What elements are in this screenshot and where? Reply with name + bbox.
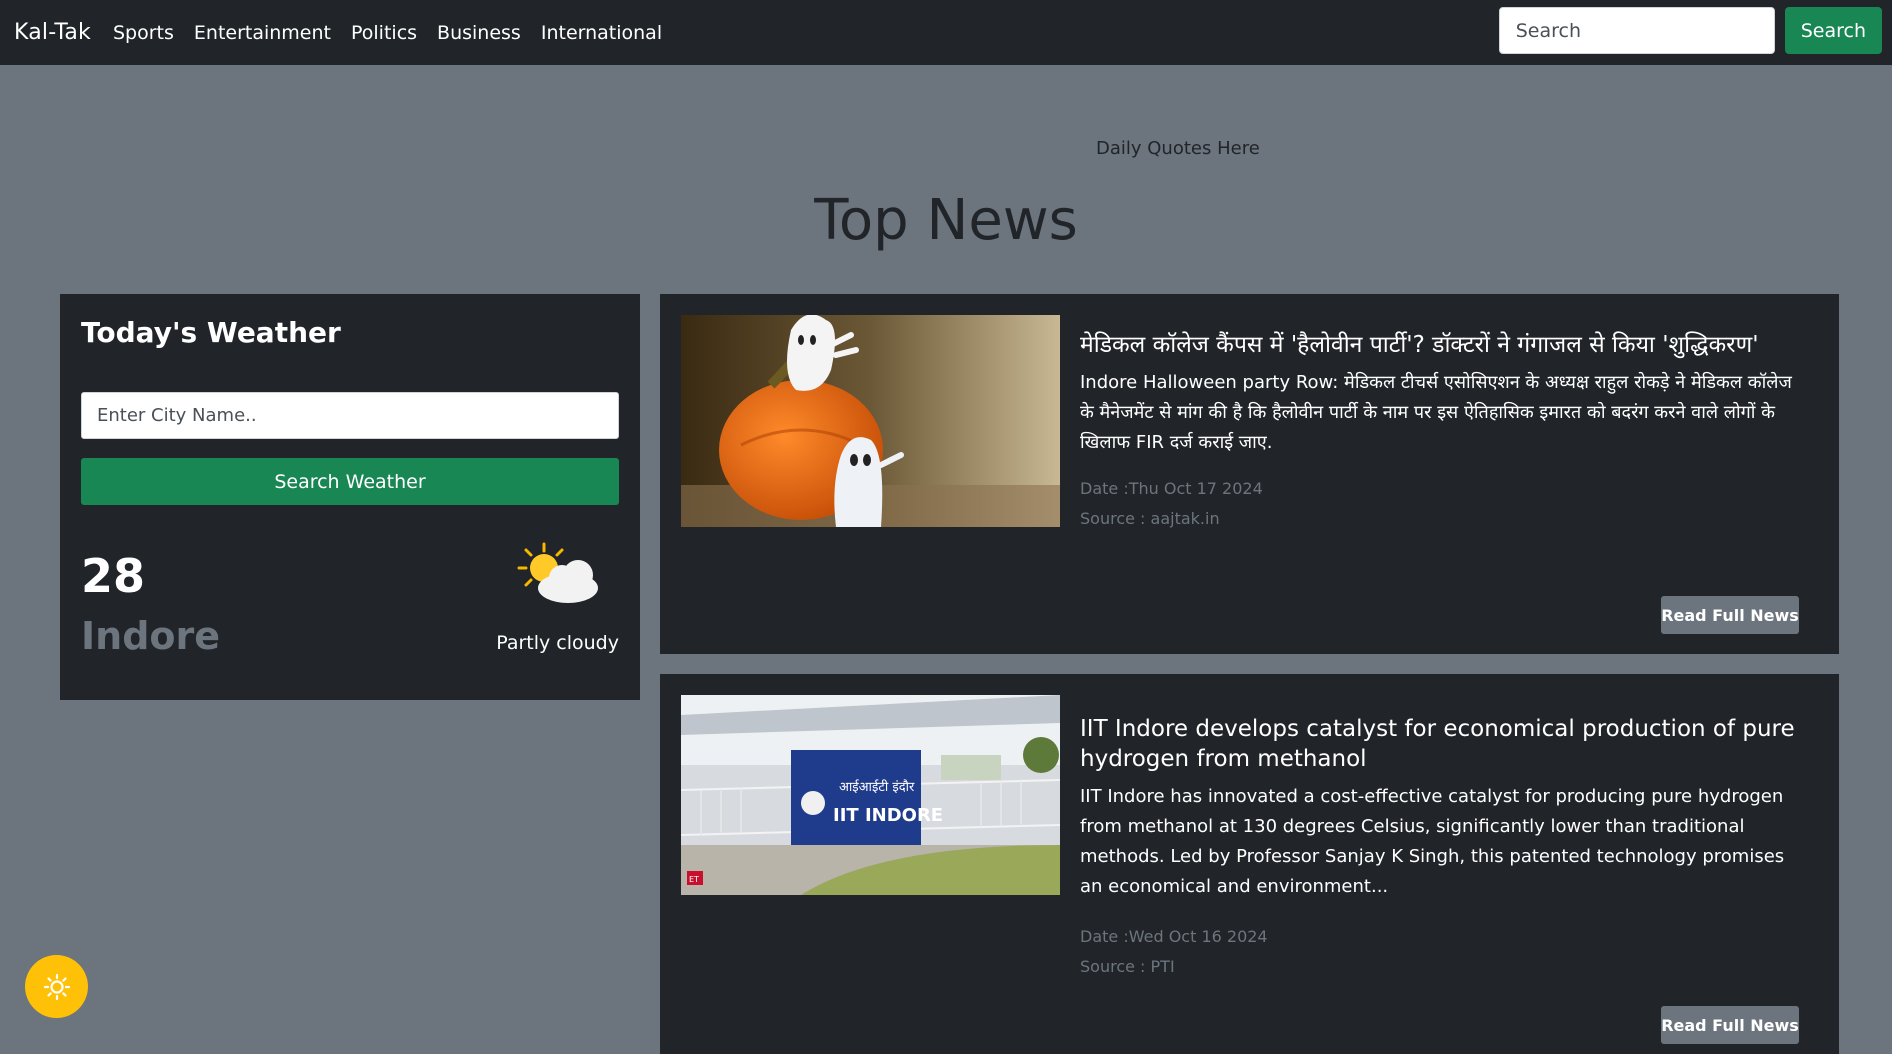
news-card: मेडिकल कॉलेज कैंपस में 'हैलोवीन पार्टी'?… — [660, 294, 1839, 654]
search-weather-button[interactable]: Search Weather — [81, 458, 619, 505]
nav-search-form: Search — [1498, 7, 1882, 54]
news-date: Date :Wed Oct 16 2024 — [1080, 927, 1268, 946]
brand-logo[interactable]: Kal-Tak — [14, 20, 91, 45]
news-title[interactable]: IIT Indore develops catalyst for economi… — [1080, 714, 1805, 774]
iit-indore-gate-image: आईआईटी इंदौर IIT INDORE ET — [681, 695, 1060, 895]
search-button[interactable]: Search — [1784, 7, 1882, 54]
halloween-pumpkin-ghosts-image — [681, 315, 1060, 527]
sun-icon — [43, 973, 70, 1000]
weather-condition: Partly cloudy — [496, 632, 619, 654]
news-body: मेडिकल कॉलेज कैंपस में 'हैलोवीन पार्टी'?… — [1080, 330, 1805, 534]
read-full-news-button[interactable]: Read Full News — [1661, 1006, 1799, 1044]
nav-link-business[interactable]: Business — [437, 22, 521, 44]
news-image-halloween[interactable] — [681, 315, 1060, 527]
temperature-value: 28 — [81, 549, 146, 603]
news-source: Source : PTI — [1080, 957, 1175, 976]
news-body: IIT Indore develops catalyst for economi… — [1080, 714, 1805, 982]
navbar: Kal-Tak Sports Entertainment Politics Bu… — [0, 0, 1892, 65]
theme-toggle-button[interactable] — [25, 955, 88, 1018]
image-badge: ET — [689, 875, 699, 884]
image-sign-english: IIT INDORE — [833, 805, 943, 826]
news-date: Date :Thu Oct 17 2024 — [1080, 479, 1263, 498]
news-title[interactable]: मेडिकल कॉलेज कैंपस में 'हैलोवीन पार्टी'?… — [1080, 330, 1805, 360]
weather-title: Today's Weather — [81, 316, 341, 349]
weather-card: Today's Weather Search Weather 28 Indore… — [60, 294, 640, 700]
nav-link-sports[interactable]: Sports — [113, 22, 174, 44]
news-image-iit[interactable]: आईआईटी इंदौर IIT INDORE ET — [681, 695, 1060, 895]
nav-link-international[interactable]: International — [541, 22, 662, 44]
city-name: Indore — [81, 614, 221, 658]
city-input[interactable] — [81, 392, 619, 439]
daily-quote: Daily Quotes Here — [1096, 138, 1260, 159]
image-sign-hindi: आईआईटी इंदौर — [839, 779, 915, 795]
search-input[interactable] — [1498, 7, 1775, 54]
news-description: Indore Halloween party Row: मेडिकल टीचर्… — [1080, 372, 1792, 453]
nav-link-entertainment[interactable]: Entertainment — [194, 22, 331, 44]
read-full-news-button[interactable]: Read Full News — [1661, 596, 1799, 634]
nav-link-politics[interactable]: Politics — [351, 22, 417, 44]
partly-cloudy-icon — [517, 542, 598, 603]
news-description: IIT Indore has innovated a cost-effectiv… — [1080, 786, 1785, 897]
news-source: Source : aajtak.in — [1080, 509, 1220, 528]
page-title: Top News — [814, 188, 1078, 253]
news-card: आईआईटी इंदौर IIT INDORE ET IIT Indore de… — [660, 674, 1839, 1054]
